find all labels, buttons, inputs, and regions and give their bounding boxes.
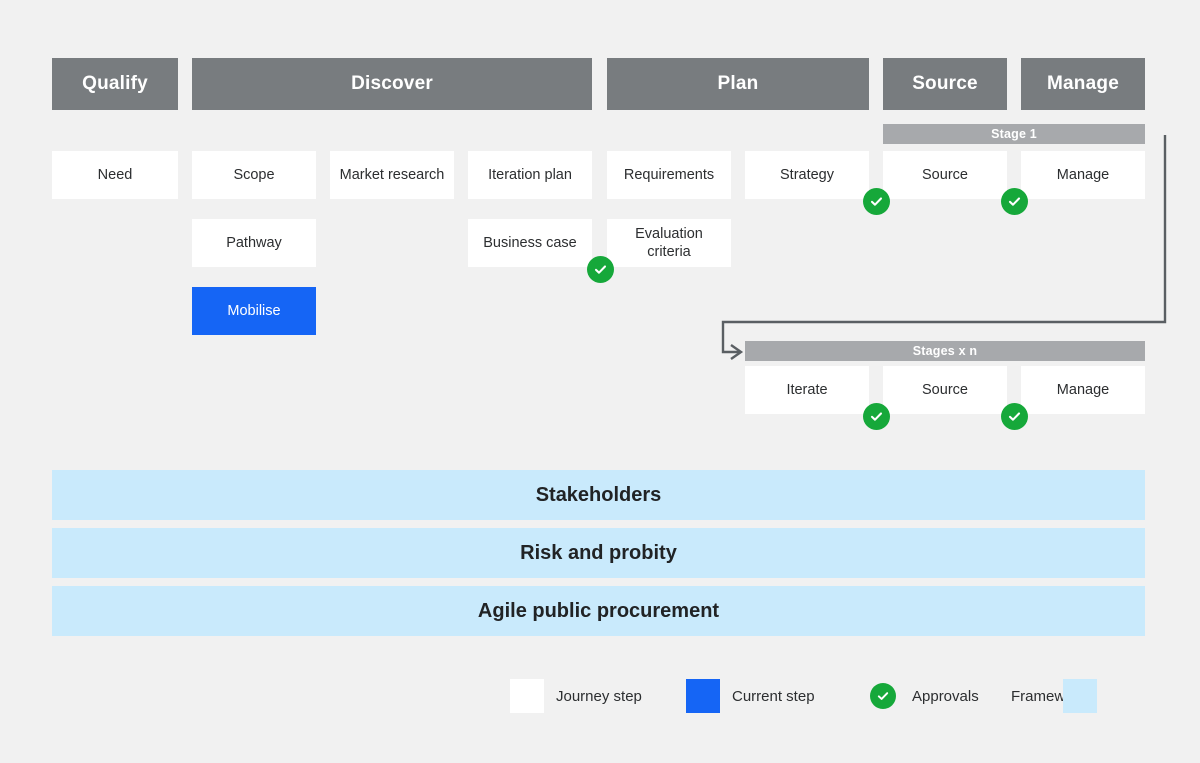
phase-band-plan[interactable]: Plan <box>607 58 869 110</box>
journey-step-business-case[interactable]: Business case <box>468 219 592 267</box>
legend-item-current-step: Current step <box>686 679 815 713</box>
framework-band-stakeholders[interactable]: Stakeholders <box>52 470 1145 520</box>
journey-step-iteration-plan[interactable]: Iteration plan <box>468 151 592 199</box>
approval-check-icon <box>587 256 614 283</box>
legend-swatch-current <box>686 679 720 713</box>
journey-step-manage[interactable]: Manage <box>1021 366 1145 414</box>
journey-step-iterate[interactable]: Iterate <box>745 366 869 414</box>
journey-step-source[interactable]: Source <box>883 366 1007 414</box>
framework-band-agile-public-procurement[interactable]: Agile public procurement <box>52 586 1145 636</box>
legend-item-framework: Framework <box>1011 679 1097 713</box>
stage-band-label: Stage 1 <box>883 124 1145 144</box>
legend-swatch-framework <box>1063 679 1097 713</box>
journey-step-source[interactable]: Source <box>883 151 1007 199</box>
legend-label: Journey step <box>556 687 642 705</box>
phase-band-discover[interactable]: Discover <box>192 58 592 110</box>
legend-label: Approvals <box>912 687 979 705</box>
legend-item-approvals: Approvals <box>866 679 979 713</box>
legend-swatch-journey <box>510 679 544 713</box>
journey-step-pathway[interactable]: Pathway <box>192 219 316 267</box>
phase-band-qualify[interactable]: Qualify <box>52 58 178 110</box>
legend: Journey step Current step Approvals Framewo… <box>0 679 1200 713</box>
journey-step-strategy[interactable]: Strategy <box>745 151 869 199</box>
approval-check-icon <box>863 188 890 215</box>
process-journey-diagram: Qualify Discover Plan Source Manage Stage 1 S… <box>0 0 1200 763</box>
journey-step-scope[interactable]: Scope <box>192 151 316 199</box>
approval-check-icon <box>1001 403 1028 430</box>
phase-band-manage[interactable]: Manage <box>1021 58 1145 110</box>
legend-label: Current step <box>732 687 815 705</box>
journey-step-manage[interactable]: Manage <box>1021 151 1145 199</box>
legend-approval-check-icon <box>870 683 896 709</box>
stage-band-label: Stages x n <box>745 341 1145 361</box>
approval-check-icon <box>863 403 890 430</box>
approval-check-icon <box>1001 188 1028 215</box>
framework-band-risk-and-probity[interactable]: Risk and probity <box>52 528 1145 578</box>
loop-connector-arrow <box>721 135 1167 360</box>
journey-step-requirements[interactable]: Requirements <box>607 151 731 199</box>
journey-step-evaluation-criteria[interactable]: Evaluation criteria <box>607 219 731 267</box>
phase-band-source[interactable]: Source <box>883 58 1007 110</box>
legend-item-journey-step: Journey step <box>510 679 642 713</box>
journey-step-need[interactable]: Need <box>52 151 178 199</box>
journey-step-mobilise[interactable]: Mobilise <box>192 287 316 335</box>
journey-step-market-research[interactable]: Market research <box>330 151 454 199</box>
